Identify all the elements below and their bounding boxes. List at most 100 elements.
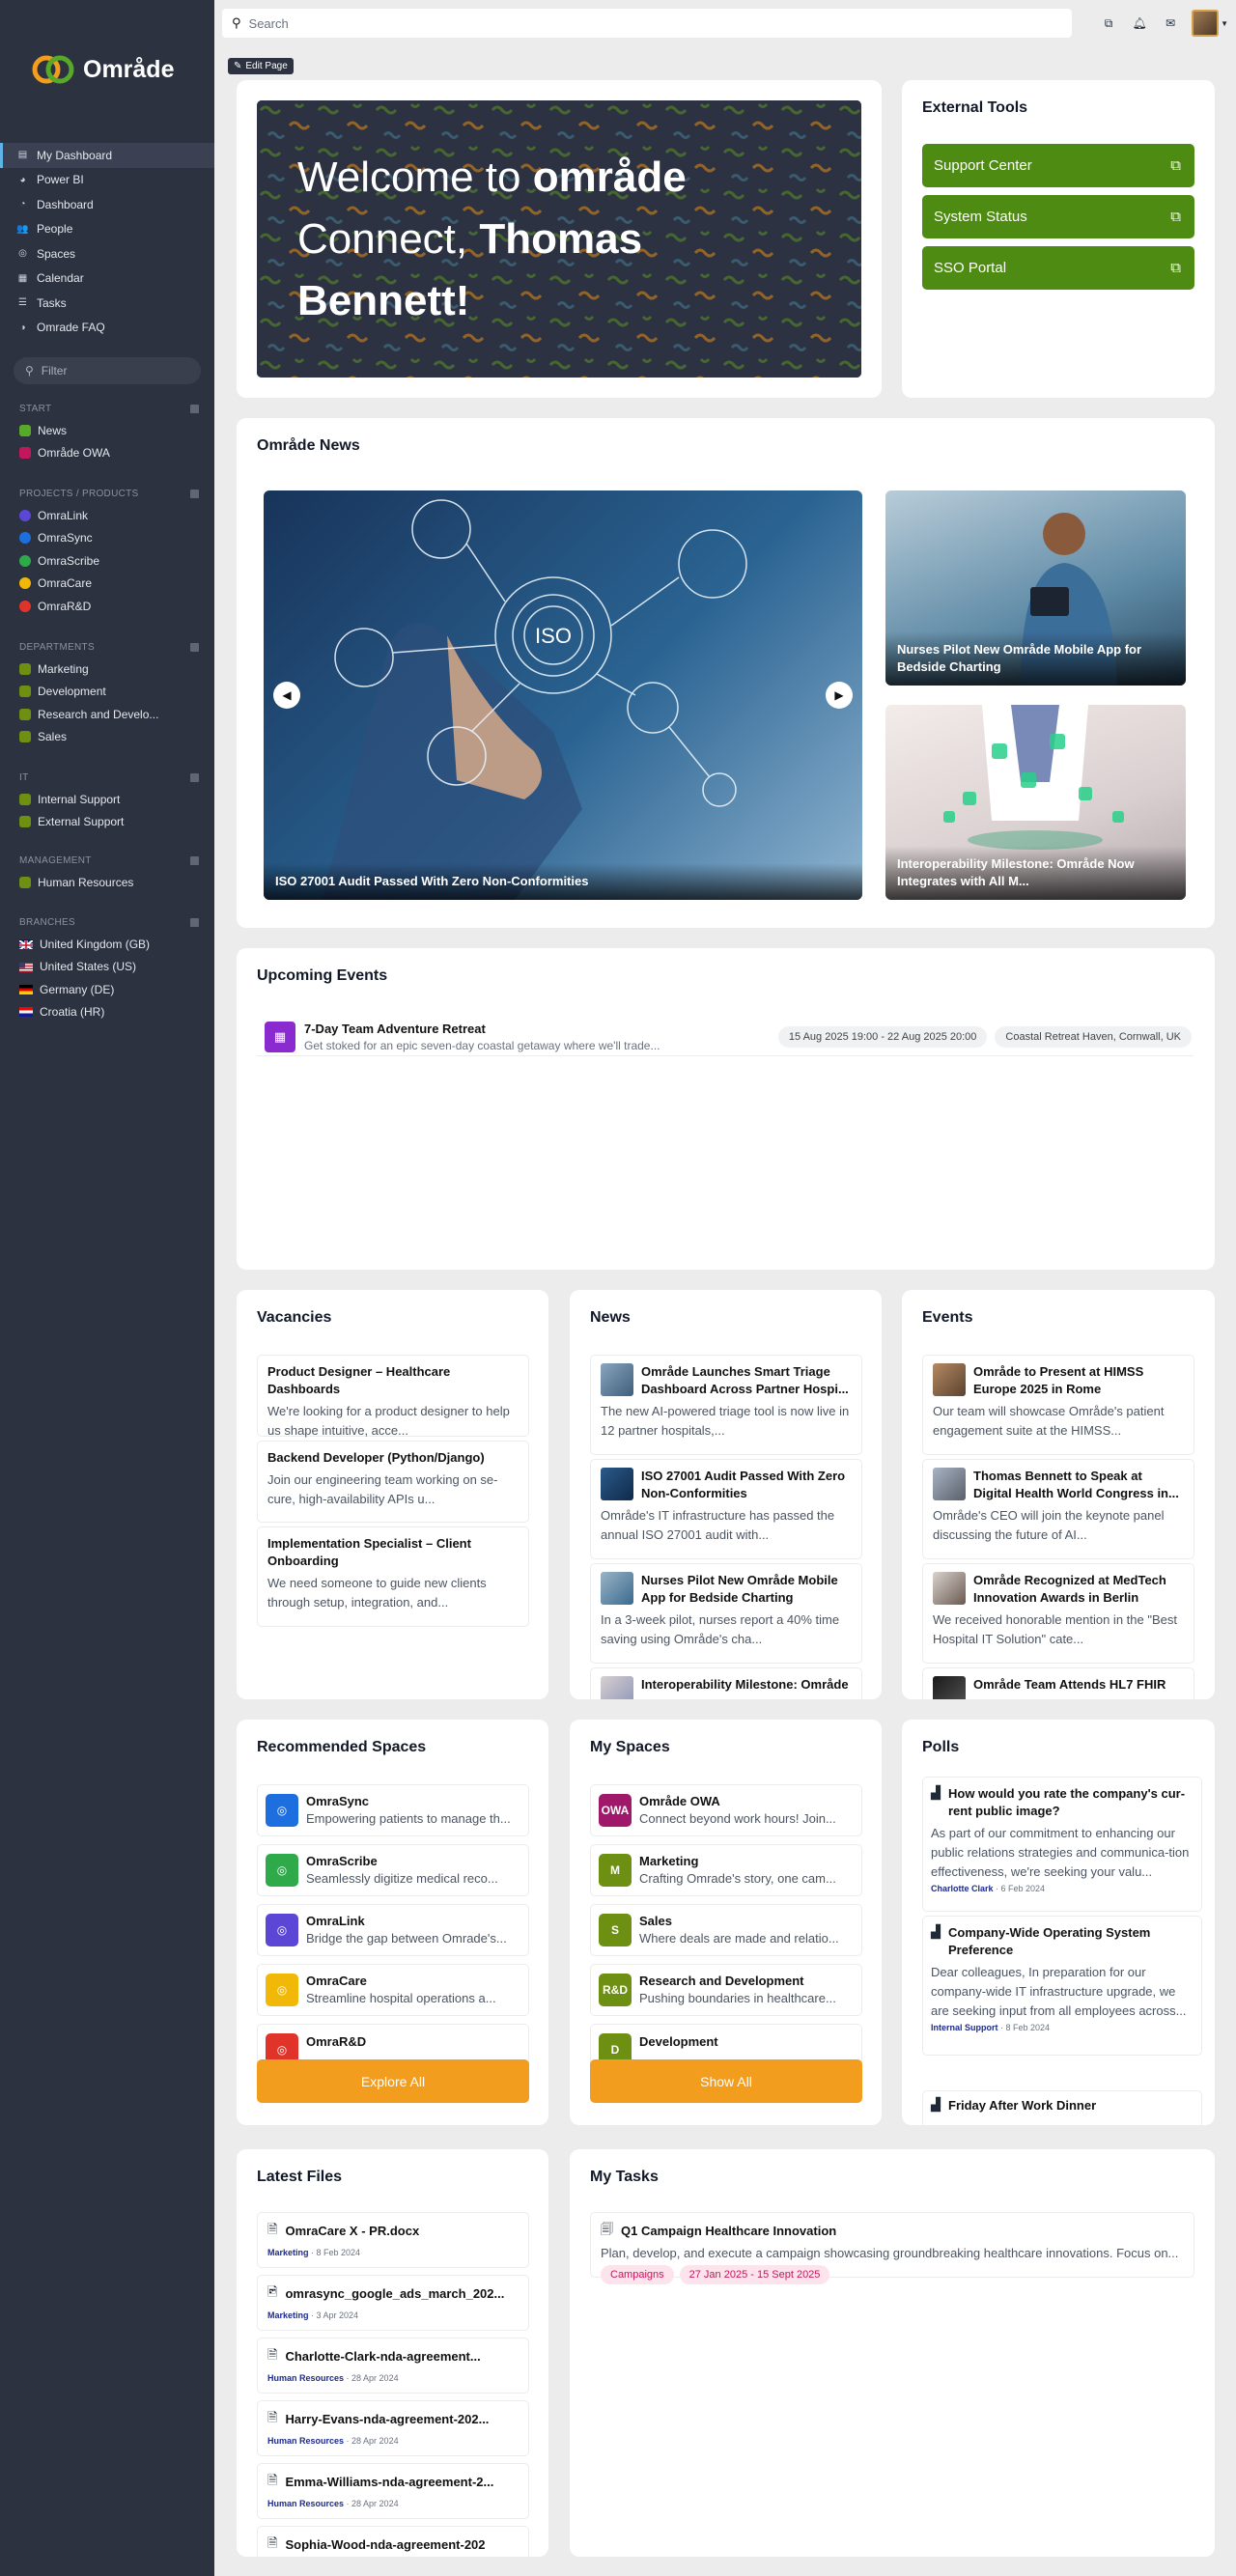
event-desc: Område's CEO will join the keynote panel… [933, 1508, 1165, 1542]
file-space[interactable]: Human Resources [267, 2373, 344, 2383]
event-item[interactable]: Område to Present at HIMSS Europe 2025 i… [922, 1355, 1194, 1455]
explore-all-button[interactable]: Explore All [257, 2059, 529, 2103]
event-item[interactable]: Thomas Bennett to Speak at Digital Healt… [922, 1459, 1194, 1559]
file-space[interactable]: Marketing [267, 2310, 309, 2320]
news-item[interactable]: Område Launches Smart Triage Dashboard A… [590, 1355, 862, 1455]
sidebar-item-research[interactable]: Research and Develo... [0, 703, 214, 726]
sidebar-item-omracare[interactable]: OmraCare [0, 573, 214, 596]
show-all-button[interactable]: Show All [590, 2059, 862, 2103]
sidebar-item-human-resources[interactable]: Human Resources [0, 871, 214, 894]
news-item[interactable]: Interoperability Milestone: Område [590, 1667, 862, 1699]
add-icon[interactable] [190, 489, 199, 498]
user-menu[interactable]: ▼ [1192, 10, 1228, 37]
space-item[interactable]: R&D Research and Development Pushing boun… [590, 1964, 862, 2016]
nav-people[interactable]: 👥 People [0, 217, 214, 242]
nav-tasks[interactable]: ☰ Tasks [0, 291, 214, 316]
sidebar-item-gb[interactable]: United Kingdom (GB) [0, 933, 214, 956]
file-space[interactable]: Human Resources [267, 2499, 344, 2508]
add-icon[interactable] [190, 772, 199, 782]
nav-label: Tasks [37, 295, 67, 310]
news-item[interactable]: Nurses Pilot New Område Mobile App for B… [590, 1563, 862, 1664]
vacancy-item[interactable]: Implementation Specialist – Client Onboa… [257, 1526, 529, 1627]
mail-icon[interactable]: ✉ [1161, 14, 1180, 33]
sidebar-filter-input[interactable]: ⚲ Filter [14, 357, 201, 384]
section-header[interactable]: PROJECTS / PRODUCTS [0, 483, 214, 504]
space-item[interactable]: ◎ OmraLink Bridge the gap between Omrade'… [257, 1904, 529, 1956]
nav-spaces[interactable]: ◎ Spaces [0, 241, 214, 266]
carousel-next-button[interactable]: ▶ [826, 682, 853, 709]
poll-item[interactable]: ▟ Friday After Work Dinner [922, 2090, 1202, 2125]
event-item[interactable]: Område Team Attends HL7 FHIR [922, 1667, 1194, 1699]
sidebar-item-omrasync[interactable]: OmraSync [0, 527, 214, 550]
poll-item[interactable]: ▟ Company-Wide Operating System Preferenc… [922, 1916, 1202, 2056]
carousel-main-slide[interactable]: ISO ◀ ▶ ISO 27001 Audit Passed With Zero… [264, 490, 862, 900]
space-item[interactable]: S Sales Where deals are made and relatio.… [590, 1904, 862, 1956]
file-item[interactable]: 🗎 OmraCare X - PR.docx Marketing · 8 Feb … [257, 2212, 529, 2268]
poll-item[interactable]: ▟ How would you rate the company's cur-re… [922, 1777, 1202, 1912]
sidebar-item-omralink[interactable]: OmraLink [0, 504, 214, 527]
sidebar-item-omrade-owa[interactable]: Område OWA [0, 442, 214, 465]
sidebar-item-external-support[interactable]: External Support [0, 811, 214, 834]
sidebar-item-marketing[interactable]: Marketing [0, 658, 214, 681]
add-icon[interactable] [190, 642, 199, 652]
news-tile-nurses[interactable]: Nurses Pilot New Område Mobile App for B… [885, 490, 1186, 686]
sso-portal-button[interactable]: SSO Portal ⧉ [922, 246, 1194, 290]
file-item[interactable]: 🗎 Harry-Evans-nda-agreement-202... Human … [257, 2400, 529, 2456]
vacancy-item[interactable]: Product Designer – Healthcare Dashboards… [257, 1355, 529, 1438]
sidebar-item-internal-support[interactable]: Internal Support [0, 788, 214, 811]
file-item[interactable]: 🖻 omrasync_google_ads_march_202... Market… [257, 2275, 529, 2331]
section-header[interactable]: IT [0, 767, 214, 788]
news-list-card: News Område Launches Smart Triage Dashbo… [570, 1290, 882, 1699]
space-item[interactable]: OWA Område OWA Connect beyond work hours!… [590, 1784, 862, 1836]
sidebar-item-hr[interactable]: Croatia (HR) [0, 1001, 214, 1024]
vacancy-item[interactable]: Backend Developer (Python/Django) Join o… [257, 1441, 529, 1523]
add-icon[interactable] [190, 917, 199, 927]
news-tile-interoperability[interactable]: Interoperability Milestone: Område Now I… [885, 705, 1186, 900]
uk-flag-icon [19, 938, 33, 949]
nav-my-dashboard[interactable]: ▤ My Dashboard [0, 143, 214, 168]
sidebar-item-sales[interactable]: Sales [0, 726, 214, 749]
carousel-prev-button[interactable]: ◀ [273, 682, 300, 709]
section-header[interactable]: DEPARTMENTS [0, 636, 214, 658]
poll-author[interactable]: Internal Support [931, 2023, 998, 2032]
bell-icon[interactable]: 🔔︎ [1130, 14, 1149, 33]
file-space[interactable]: Marketing [267, 2248, 309, 2257]
space-item[interactable]: ◎ OmraScribe Seamlessly digitize medical … [257, 1844, 529, 1896]
add-icon[interactable] [190, 404, 199, 413]
file-item[interactable]: 🗎 Sophia-Wood-nda-agreement-202 [257, 2526, 529, 2557]
latest-files-card: Latest Files 🗎 OmraCare X - PR.docx Marke… [237, 2149, 548, 2557]
translate-icon[interactable]: ⧉ [1099, 14, 1118, 33]
task-item[interactable]: 🗐 Q1 Campaign Healthcare Innovation Plan,… [590, 2212, 1194, 2284]
file-item[interactable]: 🗎 Charlotte-Clark-nda-agreement... Human … [257, 2338, 529, 2394]
poll-author[interactable]: Charlotte Clark [931, 1884, 994, 1893]
search-input[interactable]: ⚲ Search [222, 9, 1072, 38]
sidebar-item-news[interactable]: News [0, 419, 214, 442]
add-icon[interactable] [190, 855, 199, 865]
space-item[interactable]: ◎ OmraCare Streamline hospital operations… [257, 1964, 529, 2016]
nav-dashboard[interactable]: ◔ Dashboard [0, 192, 214, 217]
sidebar-item-development[interactable]: Development [0, 681, 214, 704]
section-header[interactable]: BRANCHES [0, 911, 214, 933]
section-header[interactable]: MANAGEMENT [0, 850, 214, 871]
space-item[interactable]: M Marketing Crafting Omrade's story, one … [590, 1844, 862, 1896]
sidebar-item-us[interactable]: United States (US) [0, 956, 214, 979]
space-item[interactable]: ◎ OmraSync Empowering patients to manage … [257, 1784, 529, 1836]
event-row[interactable]: ▦ 7-Day Team Adventure Retreat Get stoke… [257, 1018, 1194, 1056]
faq-icon: ◑ [19, 322, 26, 333]
section-header[interactable]: START [0, 398, 214, 419]
system-status-button[interactable]: System Status ⧉ [922, 195, 1194, 238]
file-space[interactable]: Human Resources [267, 2436, 344, 2446]
nav-power-bi[interactable]: ◕ Power BI [0, 168, 214, 193]
nav-omrade-faq[interactable]: ◑ Omrade FAQ [0, 316, 214, 341]
file-item[interactable]: 🗎 Emma-Williams-nda-agreement-2... Human … [257, 2463, 529, 2519]
file-name: Charlotte-Clark-nda-agreement... [285, 2349, 481, 2364]
event-item[interactable]: Område Recognized at MedTech Innovation … [922, 1563, 1194, 1664]
sidebar-item-omrard[interactable]: OmraR&D [0, 595, 214, 618]
brand-logo[interactable]: Område [31, 54, 174, 85]
edit-page-button[interactable]: ✎ Edit Page [228, 58, 294, 74]
sidebar-item-omrascribe[interactable]: OmraScribe [0, 549, 214, 573]
nav-calendar[interactable]: ▦ Calendar [0, 266, 214, 292]
news-item[interactable]: ISO 27001 Audit Passed With Zero Non-Con… [590, 1459, 862, 1559]
sidebar-item-de[interactable]: Germany (DE) [0, 978, 214, 1001]
support-center-button[interactable]: Support Center ⧉ [922, 144, 1194, 187]
